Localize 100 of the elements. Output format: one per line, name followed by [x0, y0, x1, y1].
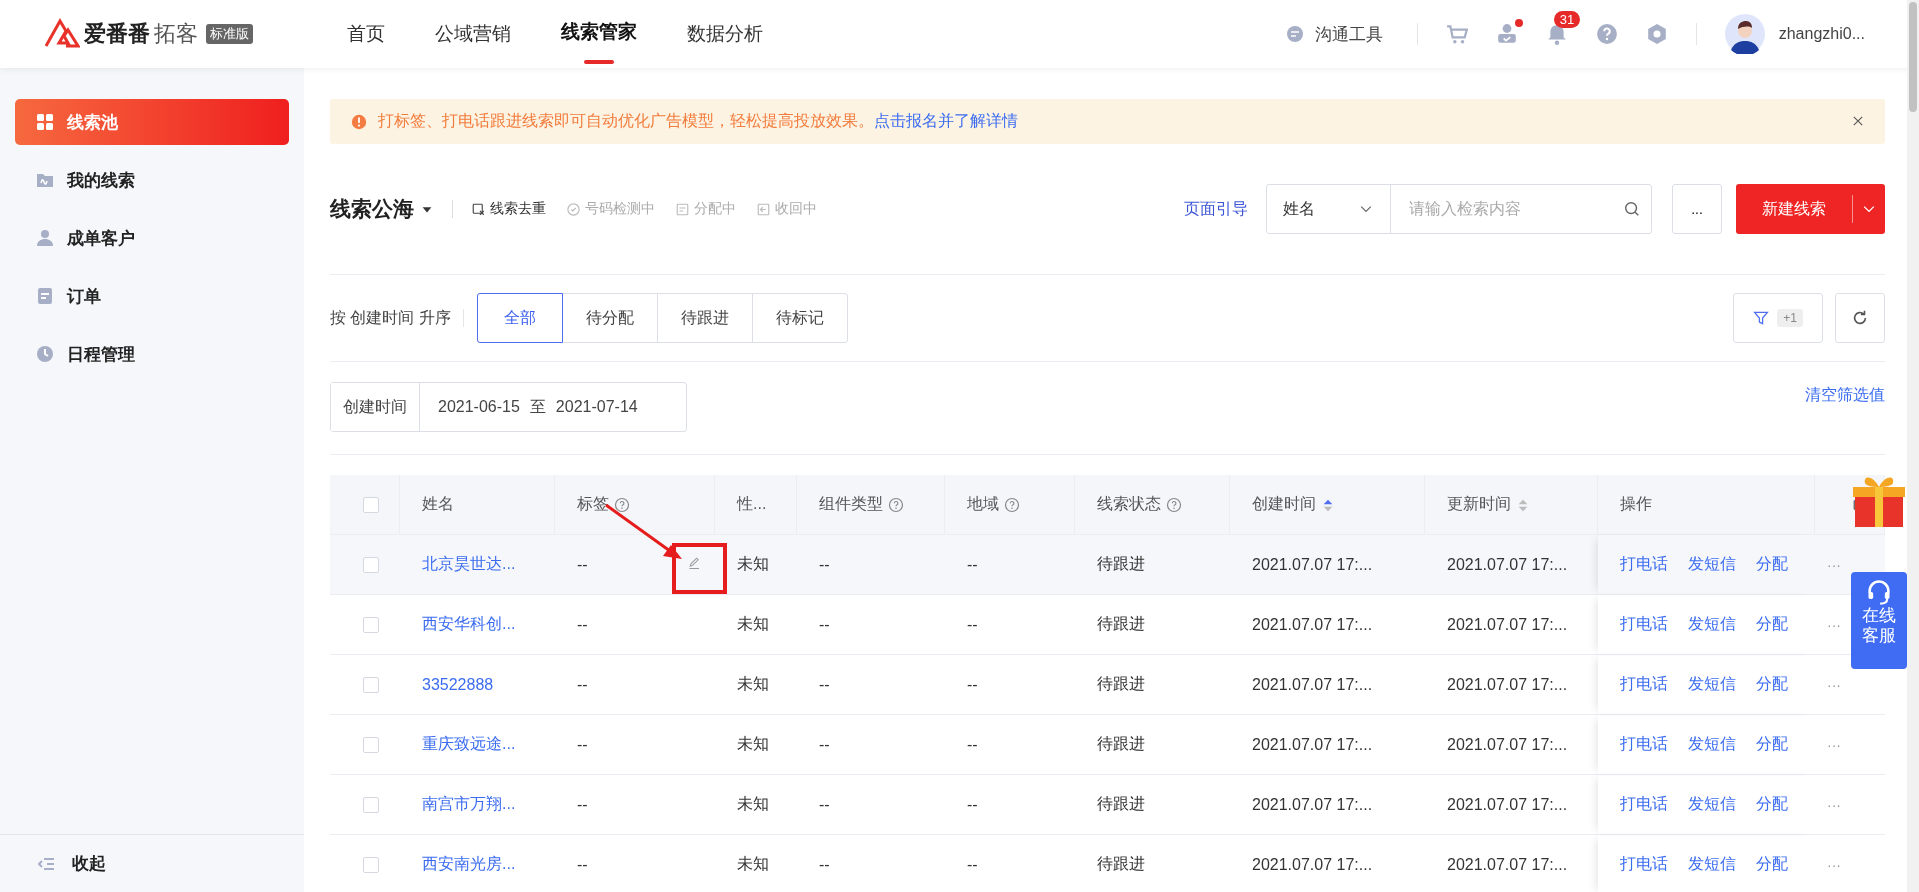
- row-action-link[interactable]: 打电话: [1620, 554, 1668, 575]
- row-action-link[interactable]: 发短信: [1688, 854, 1736, 875]
- sidebar-item[interactable]: 成单客户: [15, 215, 289, 261]
- more-button[interactable]: ...: [1672, 184, 1722, 234]
- notice-text: 打标签、打电话跟进线索即可自动优化广告模型，轻松提高投放效果。点击报名并了解详情: [378, 111, 1018, 131]
- status-tab[interactable]: 待跟进: [656, 293, 753, 343]
- grid-icon: [35, 112, 55, 132]
- checkbox[interactable]: [363, 676, 379, 693]
- lead-name-link[interactable]: 西安南光房...: [422, 854, 516, 875]
- row-action-link[interactable]: 分配: [1756, 854, 1788, 875]
- row-action-link[interactable]: 分配: [1756, 554, 1788, 575]
- scrollbar[interactable]: [1907, 0, 1919, 892]
- date-range-field[interactable]: 创建时间 2021-06-15 至 2021-07-14: [330, 382, 687, 432]
- chat-icon: [1284, 24, 1305, 44]
- lead-name-link[interactable]: 33522888: [422, 675, 494, 694]
- row-action-link[interactable]: 分配: [1756, 614, 1788, 635]
- status-tab[interactable]: 待分配: [561, 293, 658, 343]
- row-action-link[interactable]: 分配: [1756, 674, 1788, 695]
- lead-name-link[interactable]: 重庆致远途...: [422, 734, 516, 755]
- nav-tab[interactable]: 公域营销: [435, 0, 511, 68]
- table-cell: --: [577, 735, 588, 754]
- sidebar-item[interactable]: 线索池: [15, 99, 289, 145]
- collapse-link[interactable]: 收起: [72, 852, 106, 875]
- lead-name-link[interactable]: 南宫市万翔...: [422, 794, 516, 815]
- sort-label[interactable]: 按 创建时间 升序: [330, 307, 451, 329]
- row-action-link[interactable]: 打电话: [1620, 614, 1668, 635]
- row-action-link[interactable]: 分配: [1756, 794, 1788, 815]
- nav-tab[interactable]: 数据分析: [687, 0, 763, 68]
- row-action-link[interactable]: 发短信: [1688, 734, 1736, 755]
- user-name[interactable]: zhangzhi0...: [1778, 25, 1865, 43]
- checkbox[interactable]: [363, 556, 379, 573]
- row-action-link[interactable]: 打电话: [1620, 734, 1668, 755]
- table-cell: 2021.07.07 17:...: [1252, 615, 1373, 634]
- communication-tool-button[interactable]: 沟通工具: [1278, 21, 1389, 47]
- more-actions-button[interactable]: ···: [1827, 556, 1841, 573]
- sort-icon[interactable]: [1516, 497, 1530, 512]
- new-lead-button[interactable]: 新建线索: [1736, 184, 1885, 234]
- refresh-icon: [1851, 309, 1869, 327]
- table-cell: --: [967, 675, 978, 694]
- table-cell: 2021.07.07 17:...: [1447, 675, 1568, 694]
- pool-dropdown[interactable]: 线索公海: [330, 195, 434, 223]
- sidebar-item[interactable]: 我的线索: [15, 157, 289, 203]
- table-cell-text: 待跟进: [1097, 734, 1145, 754]
- sidebar-item[interactable]: 订单: [15, 273, 289, 319]
- signup-link[interactable]: 点击报名并了解详情: [874, 112, 1018, 129]
- row-action-link[interactable]: 打电话: [1620, 854, 1668, 875]
- table-cell: --: [967, 735, 978, 754]
- status-tab[interactable]: 待标记: [751, 293, 848, 343]
- table-cell-text: 未知: [737, 674, 769, 694]
- table-cell: 2021.07.07 17:...: [1252, 735, 1373, 754]
- nav-tab[interactable]: 首页: [347, 0, 385, 68]
- row-action-link[interactable]: 发短信: [1688, 554, 1736, 575]
- check-circle-icon: [566, 201, 581, 217]
- sort-icon[interactable]: [1321, 497, 1335, 512]
- row-action-link[interactable]: 分配: [1756, 734, 1788, 755]
- more-actions-button[interactable]: ···: [1827, 676, 1841, 693]
- table-cell-text: 待跟进: [1097, 854, 1145, 874]
- column-header: 标签: [577, 494, 609, 514]
- checkbox[interactable]: [363, 736, 379, 753]
- row-action-link[interactable]: 打电话: [1620, 794, 1668, 815]
- online-service-button[interactable]: 在线客服: [1851, 572, 1907, 669]
- table-cell: --: [819, 795, 830, 814]
- more-actions-button[interactable]: ···: [1827, 796, 1841, 813]
- nav-tab[interactable]: 线索管家: [561, 0, 637, 68]
- cart-icon: [1445, 23, 1468, 45]
- row-action-link[interactable]: 发短信: [1688, 614, 1736, 635]
- checkbox[interactable]: [363, 496, 379, 513]
- more-actions-button[interactable]: ···: [1827, 736, 1841, 753]
- table-cell: 2021.07.07 17:...: [1447, 615, 1568, 634]
- status-tab[interactable]: 全部: [476, 293, 563, 343]
- column-header: 姓名: [422, 494, 454, 514]
- table-cell-text: 未知: [737, 854, 769, 874]
- lead-name-link[interactable]: 北京昊世达...: [422, 554, 516, 575]
- filter-button[interactable]: +1: [1733, 293, 1823, 343]
- column-header: 线索状态: [1097, 494, 1161, 514]
- table-cell: 2021.07.07 17:...: [1447, 555, 1568, 574]
- checkbox[interactable]: [363, 616, 379, 633]
- search-field-select[interactable]: 姓名: [1267, 185, 1391, 233]
- sidebar-item[interactable]: 日程管理: [15, 331, 289, 377]
- row-action-link[interactable]: 打电话: [1620, 674, 1668, 695]
- refresh-button[interactable]: [1835, 293, 1885, 343]
- page-guide-link[interactable]: 页面引导: [1178, 197, 1254, 221]
- checkbox[interactable]: [363, 856, 379, 873]
- search-icon: [1623, 200, 1641, 218]
- checkbox[interactable]: [363, 796, 379, 813]
- table-cell: 2021.07.07 17:...: [1252, 855, 1373, 874]
- toolbar-action[interactable]: 线索去重: [471, 200, 546, 218]
- table-cell-text: 待跟进: [1097, 554, 1145, 574]
- row-action-link[interactable]: 发短信: [1688, 794, 1736, 815]
- table-cell-text: 未知: [737, 734, 769, 754]
- more-actions-button[interactable]: ···: [1827, 616, 1841, 633]
- table-cell-text: 待跟进: [1097, 794, 1145, 814]
- clear-filters-link[interactable]: 清空筛选值: [1805, 385, 1885, 406]
- edition-tag: 标准版: [206, 24, 253, 44]
- lead-name-link[interactable]: 西安华科创...: [422, 614, 516, 635]
- table-cell: 2021.07.07 17:...: [1447, 735, 1568, 754]
- column-header: 性...: [737, 494, 767, 514]
- row-action-link[interactable]: 发短信: [1688, 674, 1736, 695]
- table-cell-text: 待跟进: [1097, 614, 1145, 634]
- more-actions-button[interactable]: ···: [1827, 856, 1841, 873]
